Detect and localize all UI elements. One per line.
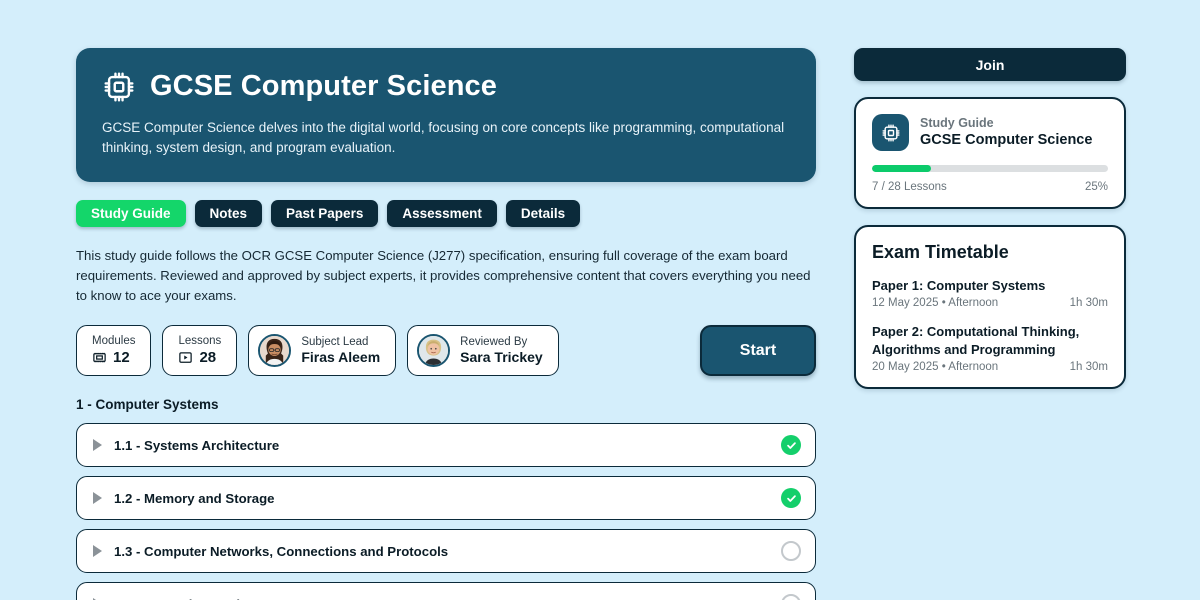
exam-name: Paper 2: Computational Thinking, Algorit… [872, 324, 1080, 357]
study-guide-card-text: Study Guide GCSE Computer Science [920, 116, 1092, 150]
lesson-title: 1.4 - Network Security [114, 597, 252, 600]
exam-entry: Paper 2: Computational Thinking, Algorit… [872, 323, 1108, 373]
status-badge-incomplete [781, 594, 801, 600]
tab-study-guide[interactable]: Study Guide [76, 199, 186, 227]
course-stats-row: Modules 12 Lessons 28 Subject Lead Firas… [76, 325, 816, 377]
lesson-row[interactable]: 1.3 - Computer Networks, Connections and… [76, 529, 816, 574]
main-content: GCSE Computer Science GCSE Computer Scie… [76, 48, 816, 600]
hero-title-row: GCSE Computer Science [102, 70, 790, 104]
course-description: GCSE Computer Science delves into the di… [102, 120, 785, 155]
lessons-value-row: 28 [178, 350, 216, 365]
status-badge-complete [781, 488, 801, 509]
cpu-chip-icon [104, 72, 134, 102]
subject-lead-text: Subject Lead Firas Aleem [301, 335, 381, 366]
lessons-count: 28 [199, 348, 217, 366]
cpu-chip-icon [872, 114, 909, 151]
lessons-label: Lessons [178, 335, 222, 348]
modules-count: 12 [113, 348, 130, 366]
exam-session: Afternoon [948, 360, 999, 373]
chevron-right-icon[interactable] [93, 492, 102, 505]
exam-separator: • [941, 297, 946, 310]
study-guide-description: This study guide follows the OCR GCSE Co… [76, 247, 811, 304]
avatar-reviewer [417, 334, 451, 368]
exam-date: 12 May 2025 [872, 297, 939, 310]
stat-card-subject-lead: Subject Lead Firas Aleem [248, 325, 397, 377]
progress-bar-fill [872, 165, 931, 172]
exam-session: Afternoon [948, 297, 999, 310]
study-guide-card-label: Study Guide [920, 115, 994, 130]
lessons-progress-text: 7 / 28 Lessons [872, 181, 947, 193]
status-badge-incomplete [781, 541, 801, 562]
exam-date: 20 May 2025 [872, 360, 939, 373]
progress-meta: 7 / 28 Lessons 25% [872, 181, 1108, 193]
exam-meta: 12 May 2025 • Afternoon 1h 30m [872, 297, 1108, 309]
reviewer-text: Reviewed By Sara Trickey [460, 335, 543, 366]
status-badge-complete [781, 435, 801, 456]
module-heading: 1 - Computer Systems [76, 397, 219, 413]
course-hero-banner: GCSE Computer Science GCSE Computer Scie… [76, 48, 816, 182]
exam-datetime: 12 May 2025 • Afternoon [872, 297, 998, 309]
tab-past-papers[interactable]: Past Papers [271, 199, 379, 227]
modules-value-row: 12 [92, 350, 130, 365]
lesson-row[interactable]: 1.4 - Network Security [76, 582, 816, 600]
exam-datetime: 20 May 2025 • Afternoon [872, 361, 998, 373]
play-square-icon [179, 352, 193, 363]
lesson-row[interactable]: 1.1 - Systems Architecture [76, 423, 816, 468]
check-icon [786, 494, 796, 502]
lesson-title: 1.2 - Memory and Storage [114, 490, 275, 506]
exam-name: Paper 1: Computer Systems [872, 278, 1046, 293]
subject-lead-name: Firas Aleem [301, 349, 381, 366]
stat-card-modules: Modules 12 [76, 325, 152, 377]
study-guide-card-header: Study Guide GCSE Computer Science [872, 114, 1108, 151]
lesson-title: 1.1 - Systems Architecture [114, 437, 280, 453]
lesson-list: 1.1 - Systems Architecture 1.2 - Memory … [76, 423, 816, 600]
chevron-right-icon[interactable] [93, 545, 102, 558]
tab-details[interactable]: Details [505, 199, 581, 227]
exam-timetable-title: Exam Timetable [872, 242, 1009, 262]
subject-lead-role: Subject Lead [301, 335, 369, 348]
exam-timetable-card: Exam Timetable Paper 1: Computer Systems… [854, 225, 1126, 389]
avatar-subject-lead [258, 334, 292, 368]
course-tabs: Study Guide Notes Past Papers Assessment… [76, 199, 816, 227]
exam-separator: • [941, 360, 946, 373]
sidebar: Join Study Guide GCSE Computer Science 7… [854, 48, 1126, 600]
tab-notes[interactable]: Notes [194, 199, 263, 227]
stat-card-reviewed-by: Reviewed By Sara Trickey [407, 325, 559, 377]
study-guide-card-name: GCSE Computer Science [920, 132, 1093, 149]
progress-percent-text: 25% [1084, 181, 1108, 193]
page-root: GCSE Computer Science GCSE Computer Scie… [0, 0, 1200, 600]
tab-assessment[interactable]: Assessment [387, 199, 497, 227]
study-guide-progress-card[interactable]: Study Guide GCSE Computer Science 7 / 28… [854, 97, 1126, 209]
page-title: GCSE Computer Science [150, 70, 497, 103]
join-button[interactable]: Join [854, 48, 1126, 81]
exam-duration: 1h 30m [1069, 297, 1108, 310]
stat-card-lessons: Lessons 28 [162, 325, 238, 377]
reviewer-role: Reviewed By [460, 335, 528, 348]
reviewer-name: Sara Trickey [460, 349, 543, 366]
exam-meta: 20 May 2025 • Afternoon 1h 30m [872, 361, 1108, 373]
lesson-row[interactable]: 1.2 - Memory and Storage [76, 476, 816, 521]
modules-label: Modules [92, 335, 136, 348]
exam-entry: Paper 1: Computer Systems 12 May 2025 • … [872, 277, 1108, 309]
film-strip-icon [93, 352, 106, 363]
chevron-right-icon[interactable] [93, 439, 102, 452]
start-button[interactable]: Start [700, 325, 816, 377]
progress-bar-track [872, 165, 1108, 172]
exam-duration: 1h 30m [1069, 360, 1108, 373]
lesson-title: 1.3 - Computer Networks, Connections and… [114, 543, 449, 559]
check-icon [786, 441, 796, 449]
